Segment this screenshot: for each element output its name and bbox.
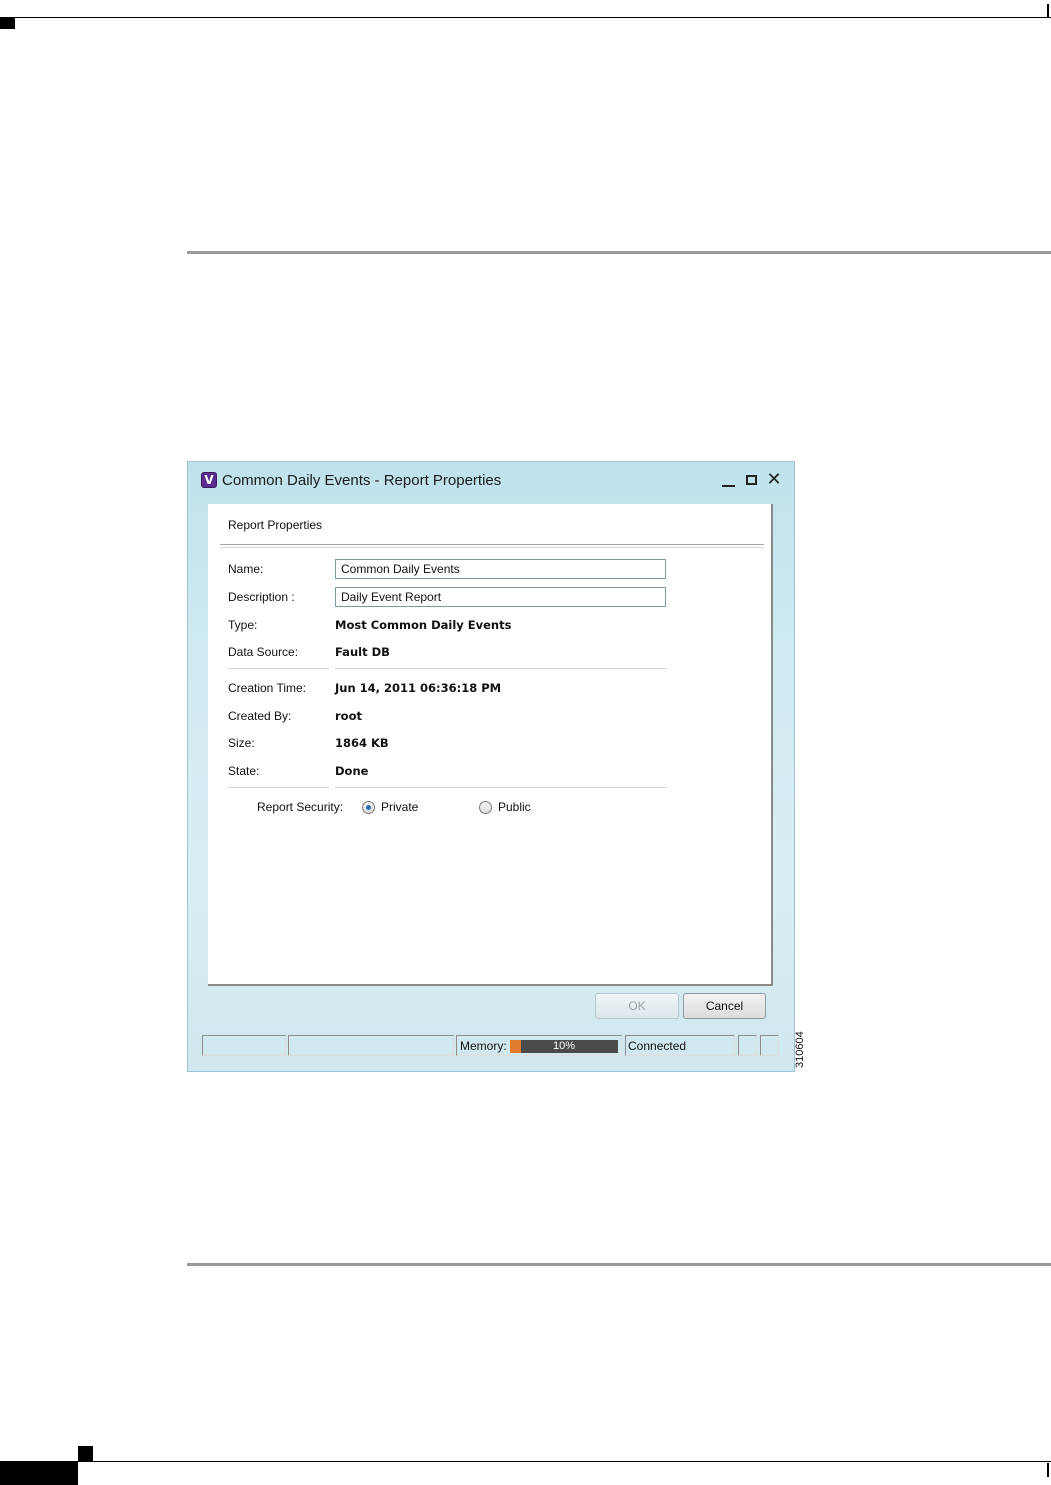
created-by-label: Created By: xyxy=(228,709,292,723)
window-titlebar[interactable]: V Common Daily Events - Report Propertie… xyxy=(188,462,794,498)
status-cell-6 xyxy=(760,1035,779,1056)
app-logo-letter: V xyxy=(204,473,214,487)
radio-selected-icon[interactable] xyxy=(362,800,375,814)
group-divider-left-2 xyxy=(228,787,329,788)
app-logo-icon: V xyxy=(201,472,217,488)
section-rule-bottom xyxy=(187,1263,1051,1266)
minimize-icon[interactable] xyxy=(719,471,737,489)
group-divider-right-2 xyxy=(335,787,667,788)
creation-time-label: Creation Time: xyxy=(228,681,307,695)
report-properties-window: V Common Daily Events - Report Propertie… xyxy=(187,461,795,1072)
panel-separator xyxy=(220,544,764,548)
memory-label: Memory: xyxy=(460,1039,507,1053)
section-rule-top xyxy=(187,251,1051,254)
status-cell-2 xyxy=(288,1035,454,1056)
panel-title: Report Properties xyxy=(228,518,323,532)
created-by-value: root xyxy=(335,709,362,723)
state-label: State: xyxy=(228,764,260,778)
memory-status: Memory: 10% xyxy=(456,1035,622,1056)
description-label: Description : xyxy=(228,590,295,604)
description-field[interactable] xyxy=(335,587,666,607)
radio-label-private: Private xyxy=(381,800,419,814)
figure-number: 310604 xyxy=(794,1031,806,1068)
footer-right-tick xyxy=(1047,1463,1049,1477)
window-title: Common Daily Events - Report Properties xyxy=(222,472,502,489)
state-value: Done xyxy=(335,764,369,778)
properties-panel: Report Properties Name: Description : Ty… xyxy=(208,504,773,986)
type-value: Most Common Daily Events xyxy=(335,618,512,632)
connection-status: Connected xyxy=(625,1035,735,1056)
type-label: Type: xyxy=(228,618,258,632)
close-icon[interactable]: ✕ xyxy=(765,471,783,489)
security-radio-private[interactable]: Private xyxy=(362,800,418,814)
header-rule xyxy=(0,17,1051,18)
report-security-label: Report Security: xyxy=(257,800,344,814)
radio-label-public: Public xyxy=(498,800,531,814)
radio-unselected-icon[interactable] xyxy=(479,800,492,814)
connection-text: Connected xyxy=(628,1039,687,1053)
footer-rule xyxy=(0,1461,1051,1462)
memory-percent: 10% xyxy=(552,1040,576,1052)
data-source-value: Fault DB xyxy=(335,645,390,659)
data-source-label: Data Source: xyxy=(228,645,299,659)
creation-time-value: Jun 14, 2011 06:36:18 PM xyxy=(335,681,502,695)
status-cell-1 xyxy=(202,1035,286,1056)
group-divider-right xyxy=(335,668,667,669)
group-divider-left xyxy=(228,668,329,669)
name-field[interactable] xyxy=(335,559,666,579)
footer-square-mark xyxy=(78,1446,93,1461)
status-cell-5 xyxy=(738,1035,757,1056)
cancel-button[interactable]: Cancel xyxy=(683,993,766,1019)
security-radio-public[interactable]: Public xyxy=(479,800,531,814)
name-label: Name: xyxy=(228,562,264,576)
header-corner-mark xyxy=(0,18,15,29)
memory-progress-bar: 10% xyxy=(510,1040,618,1053)
header-right-tick xyxy=(1047,4,1049,18)
size-label: Size: xyxy=(228,736,255,750)
size-value: 1864 KB xyxy=(335,736,389,750)
maximize-icon[interactable] xyxy=(742,471,760,489)
ok-button[interactable]: OK xyxy=(595,993,679,1019)
footer-page-block xyxy=(0,1462,78,1485)
